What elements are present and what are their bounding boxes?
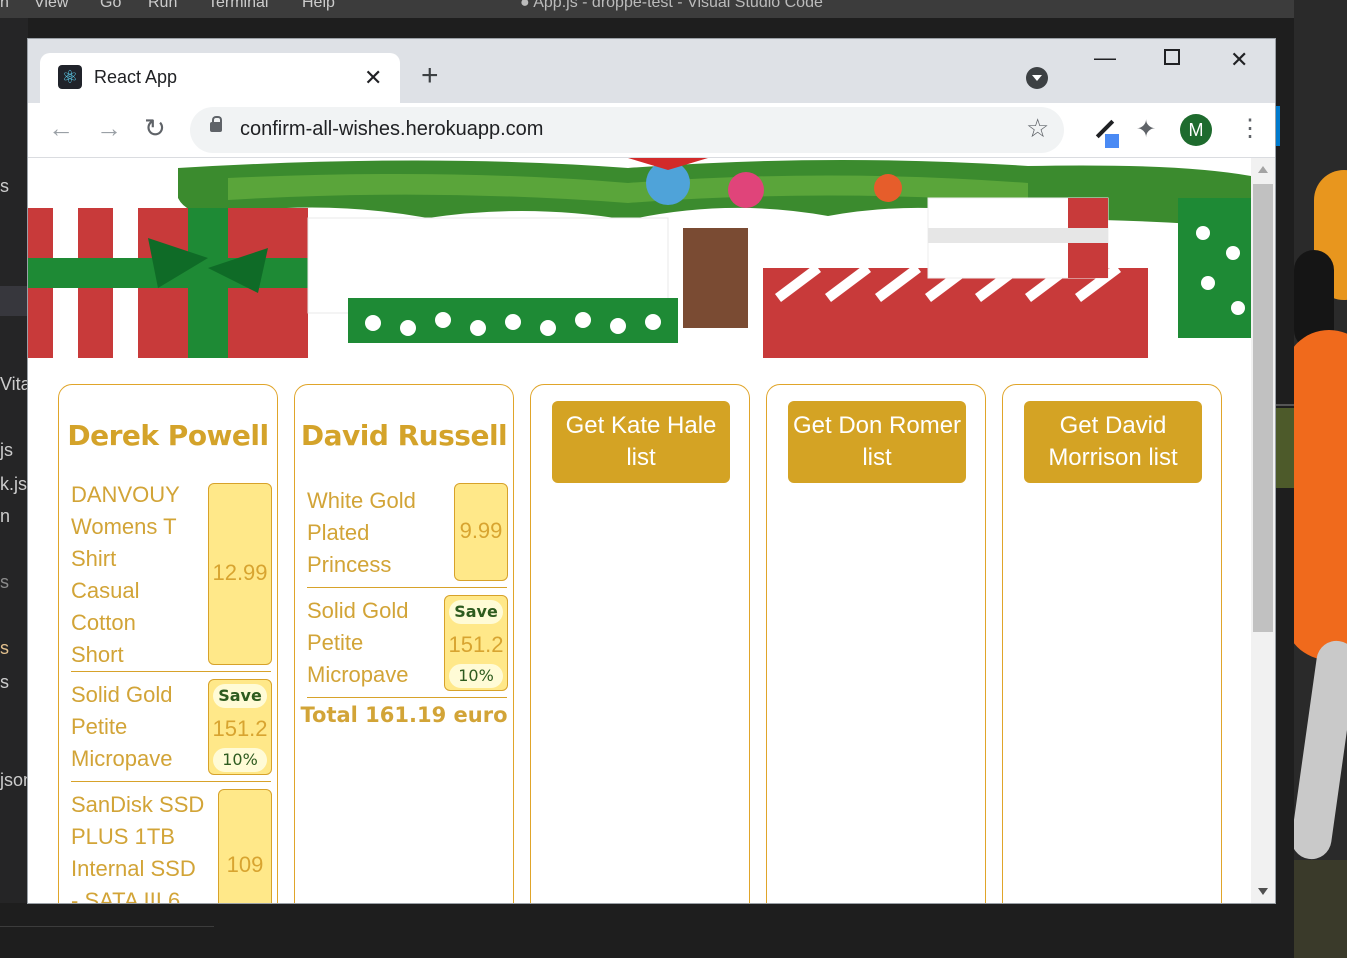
vscode-explorer: s Vita js k.js n s s s json [0,18,28,958]
minimize-icon[interactable]: — [1094,45,1116,71]
lock-icon[interactable] [210,116,222,132]
item-name: SanDisk SSD PLUS 1TB Internal SSD - SATA… [71,792,205,903]
wishlist-item[interactable]: DANVOUY Womens T Shirt Casual Cotton Sho… [71,479,272,672]
menu-fragment[interactable]: n [0,0,9,12]
wishlist-item[interactable]: White Gold Plated Princess 9.99 [307,479,508,588]
panel-divider [0,926,214,927]
save-badge: Save [213,684,267,708]
wishlist-card-david-russell: David Russell White Gold Plated Princess… [294,384,514,903]
vscode-window-title: ● App.js - droppe-test - Visual Studio C… [520,0,823,11]
editor-accent [1275,106,1280,146]
wishlist-card-kate-hale: Get Kate Hale list [530,384,750,903]
vscode-editor-edge [1275,18,1294,903]
price-box[interactable]: Save 151.2 10% [208,679,272,775]
explorer-file[interactable]: k.js [0,474,27,495]
browser-toolbar: ← → ↻ confirm-all-wishes.herokuapp.com ☆… [28,103,1275,158]
person-name: Derek Powell [67,419,269,452]
item-price: 9.99 [459,518,503,543]
price-box[interactable]: 109 [218,789,272,903]
get-kate-hale-list-button[interactable]: Get Kate Hale list [552,401,730,483]
person-name: David Russell [300,419,508,452]
total-price: Total 161.19 euro [300,703,508,727]
wishlist-item[interactable]: Solid Gold Petite Micropave Save 151.2 1… [307,595,508,698]
item-name: Solid Gold Petite Micropave [307,598,409,687]
tab-title: React App [94,67,178,87]
reload-icon[interactable]: ↻ [144,115,166,141]
explorer-file[interactable]: Vita [0,374,28,395]
explorer-file[interactable]: s [0,572,9,593]
maximize-icon[interactable] [1164,49,1180,65]
explorer-file[interactable]: s [0,176,9,197]
new-tab-icon[interactable]: + [421,61,439,91]
bookmark-star-icon[interactable]: ☆ [1026,113,1049,144]
close-window-icon[interactable]: ✕ [1230,47,1248,73]
forward-arrow-icon[interactable]: → [96,115,122,141]
menu-view[interactable]: View [34,0,68,12]
vscode-menubar: n View Go Run Terminal Help ● App.js - d… [0,0,1294,18]
discount-badge: 10% [213,748,267,772]
get-david-morrison-list-button[interactable]: Get David Morrison list [1024,401,1202,483]
christmas-banner-image [28,158,1251,373]
explorer-file[interactable]: s [0,638,9,659]
color-picker-extension-icon[interactable] [1090,115,1120,149]
item-name: DANVOUY Womens T Shirt Casual Cotton Sho… [71,482,180,667]
tab-react-app[interactable]: ⚛ React App ✕ [40,53,400,103]
item-price: 109 [226,852,264,877]
get-don-romer-list-button[interactable]: Get Don Romer list [788,401,966,483]
wishlist-item[interactable]: SanDisk SSD PLUS 1TB Internal SSD - SATA… [71,789,272,903]
editor-highlight [1275,408,1294,488]
price-box[interactable]: Save 151.2 10% [444,595,508,691]
browser-window: ⚛ React App ✕ + — ✕ ← → ↻ confirm-all-wi… [28,39,1275,903]
price-box[interactable]: 12.99 [208,483,272,665]
wishlist-card-derek-powell: Derek Powell DANVOUY Womens T Shirt Casu… [58,384,278,903]
back-arrow-icon[interactable]: ← [48,115,74,141]
explorer-file[interactable]: n [0,506,10,527]
page-scrollbar[interactable] [1251,158,1275,903]
explorer-selected-row [0,286,28,316]
extensions-puzzle-icon[interactable]: ✦ [1136,115,1156,144]
profile-avatar[interactable]: M [1180,114,1212,146]
menu-run[interactable]: Run [148,0,177,12]
close-tab-icon[interactable]: ✕ [364,65,382,91]
vscode-panel [0,903,1294,958]
explorer-file[interactable]: json [0,770,28,791]
explorer-file[interactable]: s [0,672,9,693]
tab-strip: ⚛ React App ✕ + — ✕ [28,39,1275,103]
menu-go[interactable]: Go [100,0,121,12]
price-box[interactable]: 9.99 [454,483,508,581]
explorer-file[interactable]: js [0,440,13,461]
url-text[interactable]: confirm-all-wishes.herokuapp.com [240,118,543,141]
save-badge: Save [449,600,503,624]
scroll-down-arrow-icon[interactable] [1258,888,1268,895]
item-name: White Gold Plated Princess [307,488,416,577]
tab-search-icon[interactable] [1026,67,1048,89]
item-price: 151.2 [212,716,268,741]
item-name: Solid Gold Petite Micropave [71,682,173,771]
menu-kebab-icon[interactable]: ⋮ [1238,115,1262,143]
wishlist-card-don-romer: Get Don Romer list [766,384,986,903]
item-price: 12.99 [212,560,268,585]
scrollbar-thumb[interactable] [1253,184,1273,632]
menu-help[interactable]: Help [302,0,335,12]
page-viewport: Derek Powell DANVOUY Womens T Shirt Casu… [28,158,1251,903]
scroll-up-arrow-icon[interactable] [1258,166,1268,173]
react-icon: ⚛ [58,65,82,89]
wishlist-item[interactable]: Solid Gold Petite Micropave Save 151.2 1… [71,679,272,782]
editor-divider [1275,404,1294,406]
wishlist-card-david-morrison: Get David Morrison list [1002,384,1222,903]
address-bar[interactable]: confirm-all-wishes.herokuapp.com ☆ [190,107,1064,153]
discount-badge: 10% [449,664,503,688]
background-bird-photo [1294,0,1347,958]
menu-terminal[interactable]: Terminal [208,0,268,12]
item-price: 151.2 [448,632,504,657]
